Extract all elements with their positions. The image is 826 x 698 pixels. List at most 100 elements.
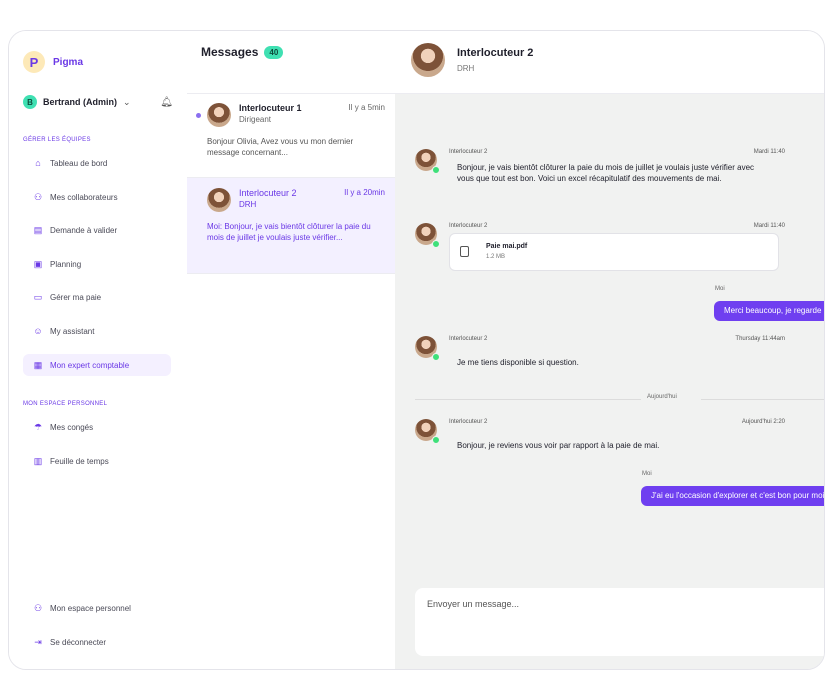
divider-line: [415, 399, 641, 400]
file-icon: [460, 246, 469, 257]
message-sender: Interlocuteur 2: [449, 223, 488, 229]
sidebar-item-logout[interactable]: ⇥ Se déconnecter: [23, 631, 171, 653]
conversation-preview: Moi: Bonjour, je vais bientôt clôturer l…: [207, 222, 371, 242]
app-name: Pigma: [53, 56, 84, 68]
chat-contact-name: Interlocuteur 2: [457, 47, 534, 59]
sidebar-item-label: Mes congés: [50, 422, 94, 432]
briefcase-icon: ▦: [33, 359, 43, 370]
app-logo[interactable]: P Pigma: [23, 51, 83, 73]
wallet-icon: ▭: [33, 291, 43, 302]
conversation-item-selected[interactable]: Interlocuteur 2 DRH Il y a 20min Moi: Bo…: [187, 178, 395, 274]
sidebar-item-collaborators[interactable]: ⚇ Mes collaborateurs: [23, 186, 171, 208]
messages-title: Messages: [201, 45, 259, 59]
incoming-message: Interlocuteur 2 Aujourd'hui 2:20 Bonjour…: [415, 419, 785, 455]
outgoing-message: J'ai eu l'occasion d'explorer et c'est b…: [641, 486, 824, 506]
conversation-list-header: Messages 40: [187, 31, 395, 94]
sidebar-item-planning[interactable]: ▣ Planning: [23, 253, 171, 275]
sidebar-item-requests[interactable]: ▤ Demande à valider: [23, 219, 171, 241]
incoming-message-file: Interlocuteur 2 Mardi 11:40 Paie mai.pdf…: [415, 223, 785, 273]
day-divider: Aujourd'hui: [395, 394, 824, 404]
chevron-down-icon[interactable]: ⌄: [123, 97, 131, 108]
logout-icon: ⇥: [34, 636, 42, 647]
sidebar-item-dashboard[interactable]: ⌂ Tableau de bord: [23, 152, 171, 174]
chat-panel: Interlocuteur 2 DRH Interlocuteur 2 Mard…: [395, 31, 824, 669]
sidebar-item-assistant[interactable]: ☺ My assistant: [23, 320, 171, 342]
incoming-message: Interlocuteur 2 Mardi 11:40 Bonjour, je …: [415, 149, 785, 209]
sidebar-item-label: Mon expert comptable: [50, 360, 130, 370]
messages-heading: Messages 40: [201, 45, 284, 59]
conversation-time: Il y a 20min: [344, 188, 385, 197]
bell-icon[interactable]: 🔔︎: [160, 97, 173, 108]
conversation-name: Interlocuteur 2: [239, 188, 297, 198]
message-time: Mardi 11:40: [753, 149, 785, 155]
file-attachment[interactable]: Paie mai.pdf 1.2 MB: [449, 233, 779, 271]
message-time: Thursday 11:44am: [735, 336, 785, 342]
online-status-icon: [432, 353, 440, 361]
avatar: [207, 188, 231, 212]
sidebar-item-personal-space[interactable]: ⚇ Mon espace personnel: [23, 597, 171, 619]
app-window: P Pigma B Bertrand (Admin) ⌄ 🔔︎ GÉRER LE…: [8, 30, 825, 670]
messages-count-badge: 40: [264, 45, 284, 59]
sidebar-item-label: Mes collaborateurs: [50, 192, 118, 202]
message-sender: Interlocuteur 2: [449, 336, 488, 342]
sidebar-item-accountant[interactable]: ▦ Mon expert comptable: [23, 354, 171, 376]
sidebar-item-timesheet[interactable]: ▥ Feuille de temps: [23, 450, 171, 472]
conversation-role: Dirigeant: [239, 115, 272, 124]
chat-bot-icon: ☺: [33, 326, 43, 336]
beach-icon: ☂: [33, 421, 43, 432]
outgoing-message: Merci beaucoup, je regarde: [714, 301, 824, 321]
calendar-icon: ▣: [33, 258, 43, 269]
sidebar: P Pigma B Bertrand (Admin) ⌄ 🔔︎ GÉRER LE…: [9, 31, 188, 669]
message-sender: Interlocuteur 2: [449, 149, 488, 155]
logo-icon: P: [23, 51, 45, 73]
sidebar-item-label: Mon espace personnel: [50, 603, 131, 613]
conversation-preview: Bonjour Olivia, Avez vous vu mon dernier…: [207, 137, 354, 157]
conversation-item[interactable]: Interlocuteur 1 Dirigeant Il y a 5min Bo…: [187, 93, 395, 178]
message-input[interactable]: [425, 598, 819, 610]
message-sender: Interlocuteur 2: [449, 419, 488, 425]
online-status-icon: [432, 436, 440, 444]
section-title-personal: MON ESPACE PERSONNEL: [23, 401, 108, 407]
file-size: 1.2 MB: [486, 254, 506, 260]
sidebar-item-label: Tableau de bord: [50, 158, 108, 168]
sidebar-item-label: Feuille de temps: [50, 456, 109, 466]
message-sender: Moi: [715, 286, 725, 292]
file-name: Paie mai.pdf: [486, 243, 528, 250]
message-text: Bonjour, je vais bientôt clôturer la pai…: [457, 163, 755, 183]
unread-dot-icon: [196, 113, 201, 118]
message-time: Aujourd'hui 2:20: [741, 419, 785, 425]
conversation-role: DRH: [239, 200, 257, 209]
sidebar-item-leaves[interactable]: ☂ Mes congés: [23, 416, 171, 438]
message-text: Je me tiens disponible si question.: [457, 358, 579, 367]
users-icon: ⚇: [33, 602, 43, 613]
chat-contact-role: DRH: [457, 64, 475, 73]
day-divider-label: Aujourd'hui: [647, 394, 677, 400]
message-time: Mardi 11:40: [753, 223, 785, 229]
sidebar-item-label: My assistant: [50, 326, 95, 336]
sidebar-item-label: Gérer ma paie: [50, 292, 102, 302]
online-status-icon: [432, 166, 440, 174]
conversation-name: Interlocuteur 1: [239, 103, 302, 113]
message-sender: Moi: [642, 471, 652, 477]
avatar: [207, 103, 231, 127]
chat-header: Interlocuteur 2 DRH: [395, 31, 824, 94]
conversation-list: Messages 40 Interlocuteur 1 Dirigeant Il…: [187, 31, 396, 669]
sidebar-item-label: Planning: [50, 259, 82, 269]
sidebar-item-label: Se déconnecter: [50, 637, 107, 647]
message-text: Bonjour, je reviens vous voir par rappor…: [457, 441, 660, 450]
sidebar-item-label: Demande à valider: [50, 225, 118, 235]
online-status-icon: [432, 240, 440, 248]
sidebar-item-payroll[interactable]: ▭ Gérer ma paie: [23, 286, 171, 308]
avatar: [411, 43, 445, 77]
section-title-teams: GÉRER LES ÉQUIPES: [23, 137, 91, 143]
user-menu[interactable]: B Bertrand (Admin) ⌄ 🔔︎: [23, 95, 173, 109]
message-composer: [415, 588, 824, 656]
conversation-time: Il y a 5min: [348, 103, 385, 112]
home-icon: ⌂: [35, 158, 41, 168]
incoming-message: Interlocuteur 2 Thursday 11:44am Je me t…: [415, 336, 785, 372]
document-icon: ▤: [33, 224, 43, 235]
timesheet-icon: ▥: [33, 455, 43, 466]
user-name: Bertrand (Admin): [43, 97, 117, 107]
users-icon: ⚇: [33, 191, 43, 202]
user-avatar: B: [23, 95, 37, 109]
